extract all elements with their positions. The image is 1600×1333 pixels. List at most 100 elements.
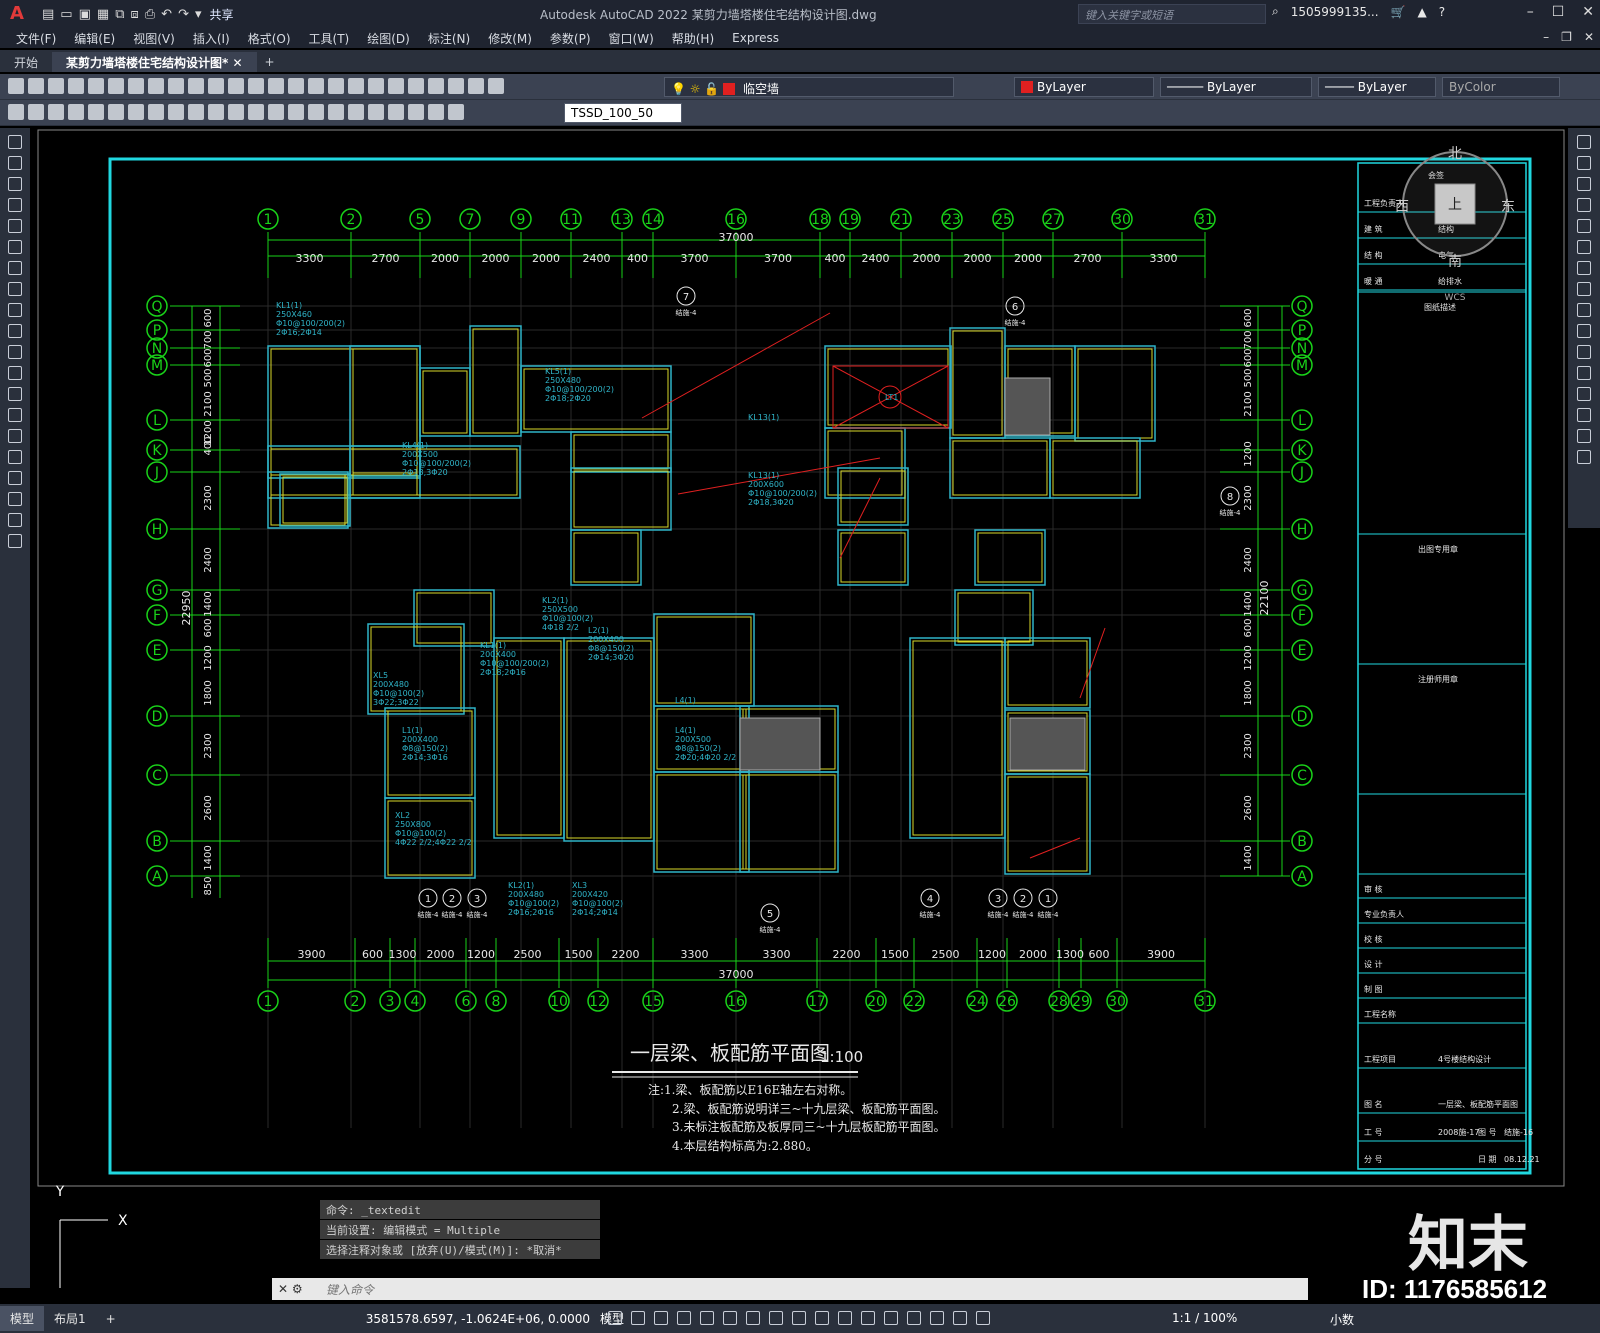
menu-modify[interactable]: 修改(M) <box>488 30 532 47</box>
selection-cycling-icon[interactable] <box>838 1311 852 1325</box>
explode-icon[interactable] <box>1577 450 1591 464</box>
command-close-icon[interactable]: ✕ ⚙ <box>272 1282 318 1296</box>
erase-icon[interactable] <box>1577 135 1591 149</box>
dim-text-edit-icon[interactable] <box>428 104 444 120</box>
plot-icon[interactable]: ⎙ <box>145 7 155 22</box>
menu-express[interactable]: Express <box>732 31 779 45</box>
spline-icon[interactable] <box>8 303 22 317</box>
plot-icon[interactable] <box>68 78 84 94</box>
join-icon[interactable] <box>1577 387 1591 401</box>
continue-icon[interactable] <box>268 104 284 120</box>
arc-icon[interactable] <box>8 240 22 254</box>
array-icon[interactable] <box>1577 219 1591 233</box>
linetype-dropdown[interactable]: ───── ByLayer <box>1160 77 1312 97</box>
annotation-visibility-icon[interactable] <box>953 1311 967 1325</box>
menu-dimension[interactable]: 标注(N) <box>428 30 470 47</box>
layer-properties-icon[interactable] <box>468 78 484 94</box>
color-dropdown[interactable]: ByLayer <box>1014 77 1154 97</box>
publish-icon[interactable] <box>108 78 124 94</box>
dim-edit-icon[interactable] <box>408 104 424 120</box>
infer-icon[interactable] <box>654 1311 668 1325</box>
copy-object-icon[interactable] <box>1577 156 1591 170</box>
scale-icon[interactable] <box>1577 282 1591 296</box>
tool-icon[interactable] <box>48 104 64 120</box>
properties-icon[interactable] <box>328 78 344 94</box>
command-input[interactable]: 键入命令 <box>318 1281 1308 1298</box>
construction-line-icon[interactable] <box>8 156 22 170</box>
new-tab-button[interactable]: + <box>265 55 275 72</box>
hatch-icon[interactable] <box>8 429 22 443</box>
undo-icon[interactable] <box>208 78 224 94</box>
3d-osnap-icon[interactable] <box>861 1311 875 1325</box>
tool-icon[interactable] <box>8 104 24 120</box>
linear-dim-icon[interactable] <box>68 104 84 120</box>
mtext-icon[interactable] <box>8 513 22 527</box>
sheet-set-icon[interactable] <box>388 78 404 94</box>
cut-icon[interactable] <box>128 78 144 94</box>
baseline-icon[interactable] <box>248 104 264 120</box>
dimstyle-dropdown[interactable]: TSSD_100_50 <box>564 103 682 123</box>
stretch-icon[interactable] <box>1577 303 1591 317</box>
ortho-icon[interactable] <box>677 1311 691 1325</box>
dim-space-icon[interactable] <box>288 104 304 120</box>
menu-parametric[interactable]: 参数(P) <box>550 30 591 47</box>
selection-filter-icon[interactable] <box>907 1311 921 1325</box>
menu-format[interactable]: 格式(O) <box>248 30 291 47</box>
markup-icon[interactable] <box>408 78 424 94</box>
menu-edit[interactable]: 编辑(E) <box>74 30 115 47</box>
otrack-icon[interactable] <box>746 1311 760 1325</box>
mirror-icon[interactable] <box>1577 177 1591 191</box>
trim-icon[interactable] <box>1577 324 1591 338</box>
polyline-icon[interactable] <box>8 177 22 191</box>
save-icon[interactable]: ▣ <box>79 7 91 22</box>
isodraft-icon[interactable] <box>723 1311 737 1325</box>
line-icon[interactable] <box>8 135 22 149</box>
menu-tools[interactable]: 工具(T) <box>309 30 350 47</box>
tool-icon[interactable] <box>28 104 44 120</box>
units-setting[interactable]: 小数 <box>1330 1311 1354 1328</box>
chamfer-icon[interactable] <box>1577 408 1591 422</box>
grid-icon[interactable] <box>608 1311 622 1325</box>
design-center-icon[interactable] <box>348 78 364 94</box>
search-icon[interactable]: ⌕ <box>1272 4 1279 19</box>
table-icon[interactable] <box>8 492 22 506</box>
jogged-icon[interactable] <box>168 104 184 120</box>
center-mark-icon[interactable] <box>348 104 364 120</box>
gradient-icon[interactable] <box>8 450 22 464</box>
ordinate-icon[interactable] <box>128 104 144 120</box>
radius-icon[interactable] <box>148 104 164 120</box>
qnew-icon[interactable] <box>8 78 24 94</box>
autodesk-a360-icon[interactable]: ▲ <box>1417 5 1426 19</box>
doc-restore-icon[interactable]: ❐ <box>1561 30 1572 44</box>
matchprop-icon[interactable] <box>188 78 204 94</box>
make-block-icon[interactable] <box>8 387 22 401</box>
coordinate-readout[interactable]: 3581578.6597, -1.0624E+06, 0.0000 <box>366 1312 590 1326</box>
menu-file[interactable]: 文件(F) <box>16 30 56 47</box>
command-line[interactable]: ✕ ⚙ 键入命令 <box>272 1278 1308 1300</box>
paste-icon[interactable] <box>168 78 184 94</box>
annotation-scale[interactable]: 1:1 / 100% <box>1172 1311 1237 1325</box>
calculator-icon[interactable] <box>428 78 444 94</box>
break-icon[interactable] <box>1577 366 1591 380</box>
doc-minimize-icon[interactable]: – <box>1543 30 1549 44</box>
copy-icon[interactable] <box>148 78 164 94</box>
aligned-dim-icon[interactable] <box>88 104 104 120</box>
insert-block-icon[interactable] <box>8 366 22 380</box>
rectangle-icon[interactable] <box>8 219 22 233</box>
layer-dropdown[interactable]: 💡 ☼ 🔓 临空墙 <box>664 77 954 97</box>
doc-close-icon[interactable]: ✕ <box>1584 30 1594 44</box>
angular-icon[interactable] <box>208 104 224 120</box>
preview-icon[interactable] <box>88 78 104 94</box>
model-space-canvas[interactable]: 1 2 5 7 9 11 13 14 16 18 19 21 23 25 27 30 31 1 2 3 4 6 8 10 12 1… <box>30 128 1568 1288</box>
save-web-icon[interactable]: ⧈ <box>130 7 138 22</box>
open-icon[interactable] <box>28 78 44 94</box>
ellipse-arc-icon[interactable] <box>8 345 22 359</box>
menu-draw[interactable]: 绘图(D) <box>367 30 410 47</box>
point-icon[interactable] <box>8 408 22 422</box>
tab-layout1[interactable]: 布局1 <box>44 1306 96 1331</box>
osnap-icon[interactable] <box>769 1311 783 1325</box>
redo-icon[interactable]: ↷ <box>178 7 189 22</box>
lineweight-dropdown[interactable]: ──── ByLayer <box>1318 77 1436 97</box>
gizmo-icon[interactable] <box>930 1311 944 1325</box>
arc-length-icon[interactable] <box>108 104 124 120</box>
